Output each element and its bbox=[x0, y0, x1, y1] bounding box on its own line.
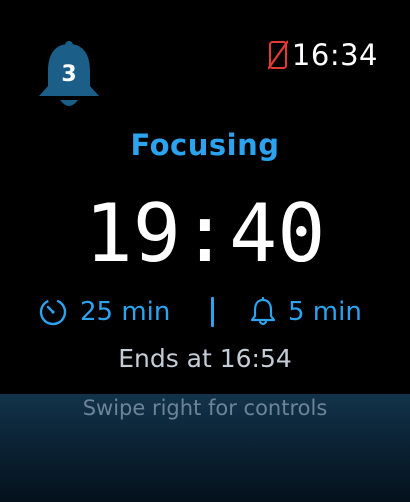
swipe-hint: Swipe right for controls bbox=[82, 396, 328, 420]
focus-duration-label: 25 min bbox=[80, 297, 171, 327]
phone-disconnected-icon bbox=[267, 40, 288, 70]
stats-divider bbox=[211, 297, 214, 327]
focus-duration: 25 min bbox=[38, 292, 170, 332]
notification-count: 3 bbox=[61, 62, 77, 87]
session-mode: Focusing bbox=[130, 128, 280, 162]
notification-bell[interactable]: 3 bbox=[36, 40, 102, 112]
status-bar: 16:34 bbox=[267, 38, 378, 72]
session-stats: 25 min 5 min bbox=[0, 292, 410, 332]
timer-icon bbox=[39, 298, 67, 326]
end-time: Ends at 16:54 bbox=[118, 344, 292, 373]
focus-timer-screen: 3 16:34 Focusing 19:40 25 min 5 min Ends… bbox=[0, 0, 410, 502]
break-duration-label: 5 min bbox=[288, 297, 362, 327]
remaining-time: 19:40 bbox=[84, 187, 326, 280]
bell-outline-icon bbox=[250, 297, 276, 326]
clock-time: 16:34 bbox=[291, 38, 378, 72]
break-duration: 5 min bbox=[250, 292, 362, 332]
